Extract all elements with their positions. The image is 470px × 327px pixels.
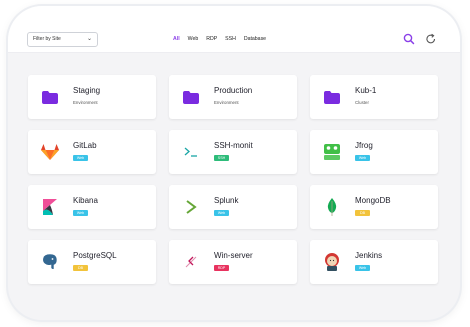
protocol-badge: Web xyxy=(355,155,370,161)
card-title: GitLab xyxy=(73,141,97,150)
card-win-server[interactable]: Win-server RDP xyxy=(169,240,297,284)
card-subtitle: Environment xyxy=(214,100,239,105)
card-title: Kibana xyxy=(73,196,98,205)
tab-database[interactable]: Database xyxy=(244,36,266,42)
card-jfrog[interactable]: Jfrog Web xyxy=(310,130,438,174)
card-subtitle: Cluster xyxy=(355,100,369,105)
card-title: PostgreSQL xyxy=(73,251,117,260)
mongodb-leaf-icon xyxy=(322,197,342,217)
card-title: Staging xyxy=(73,86,101,95)
card-mongodb[interactable]: MongoDB DB xyxy=(310,185,438,229)
card-title: Jenkins xyxy=(355,251,383,260)
refresh-icon[interactable] xyxy=(424,32,438,46)
chevron-down-icon: ⌄ xyxy=(86,36,92,42)
tab-web[interactable]: Web xyxy=(188,36,199,42)
rdp-arrows-icon xyxy=(181,252,201,272)
protocol-badge: Web xyxy=(214,210,229,216)
card-ssh-monit[interactable]: SSH-monit SSH xyxy=(169,130,297,174)
splunk-icon xyxy=(181,197,201,217)
card-production[interactable]: Production Environment xyxy=(169,75,297,119)
kibana-icon xyxy=(40,197,60,217)
filter-label: Filter by Site xyxy=(33,36,61,42)
card-title: Splunk xyxy=(214,196,239,205)
postgresql-elephant-icon xyxy=(40,252,60,272)
protocol-badge: Web xyxy=(355,265,370,271)
card-title: Kub-1 xyxy=(355,86,377,95)
card-title: Win-server xyxy=(214,251,253,260)
folder-icon xyxy=(40,87,60,107)
folder-icon xyxy=(181,87,201,107)
tab-rdp[interactable]: RDP xyxy=(206,36,217,42)
filter-by-site-dropdown[interactable]: Filter by Site ⌄ xyxy=(27,32,98,47)
card-staging[interactable]: Staging Environment xyxy=(28,75,156,119)
resource-grid: Staging Environment Production Environme… xyxy=(28,75,438,284)
protocol-badge: RDP xyxy=(214,265,229,271)
protocol-badge: DB xyxy=(73,265,88,271)
folder-icon xyxy=(322,87,342,107)
jenkins-butler-icon xyxy=(322,252,342,272)
protocol-badge: Web xyxy=(73,210,88,216)
jfrog-logo-icon xyxy=(322,142,342,162)
search-icon[interactable] xyxy=(402,32,416,46)
card-title: Production xyxy=(214,86,253,95)
terminal-icon xyxy=(181,142,201,162)
card-jenkins[interactable]: Jenkins Web xyxy=(310,240,438,284)
card-kibana[interactable]: Kibana Web xyxy=(28,185,156,229)
top-bar: Filter by Site ⌄ All Web RDP SSH Databas… xyxy=(8,6,460,53)
app-window: Filter by Site ⌄ All Web RDP SSH Databas… xyxy=(8,6,460,320)
card-title: MongoDB xyxy=(355,196,391,205)
protocol-badge: DB xyxy=(355,210,370,216)
protocol-badge: Web xyxy=(73,155,88,161)
tab-all[interactable]: All xyxy=(173,36,180,42)
card-title: Jfrog xyxy=(355,141,373,150)
card-postgresql[interactable]: PostgreSQL DB xyxy=(28,240,156,284)
card-gitlab[interactable]: GitLab Web xyxy=(28,130,156,174)
card-subtitle: Environment xyxy=(73,100,98,105)
card-title: SSH-monit xyxy=(214,141,253,150)
card-kub-1[interactable]: Kub-1 Cluster xyxy=(310,75,438,119)
protocol-tabs: All Web RDP SSH Database xyxy=(173,36,266,42)
protocol-badge: SSH xyxy=(214,155,229,161)
gitlab-icon xyxy=(40,142,60,162)
card-splunk[interactable]: Splunk Web xyxy=(169,185,297,229)
tab-ssh[interactable]: SSH xyxy=(225,36,236,42)
